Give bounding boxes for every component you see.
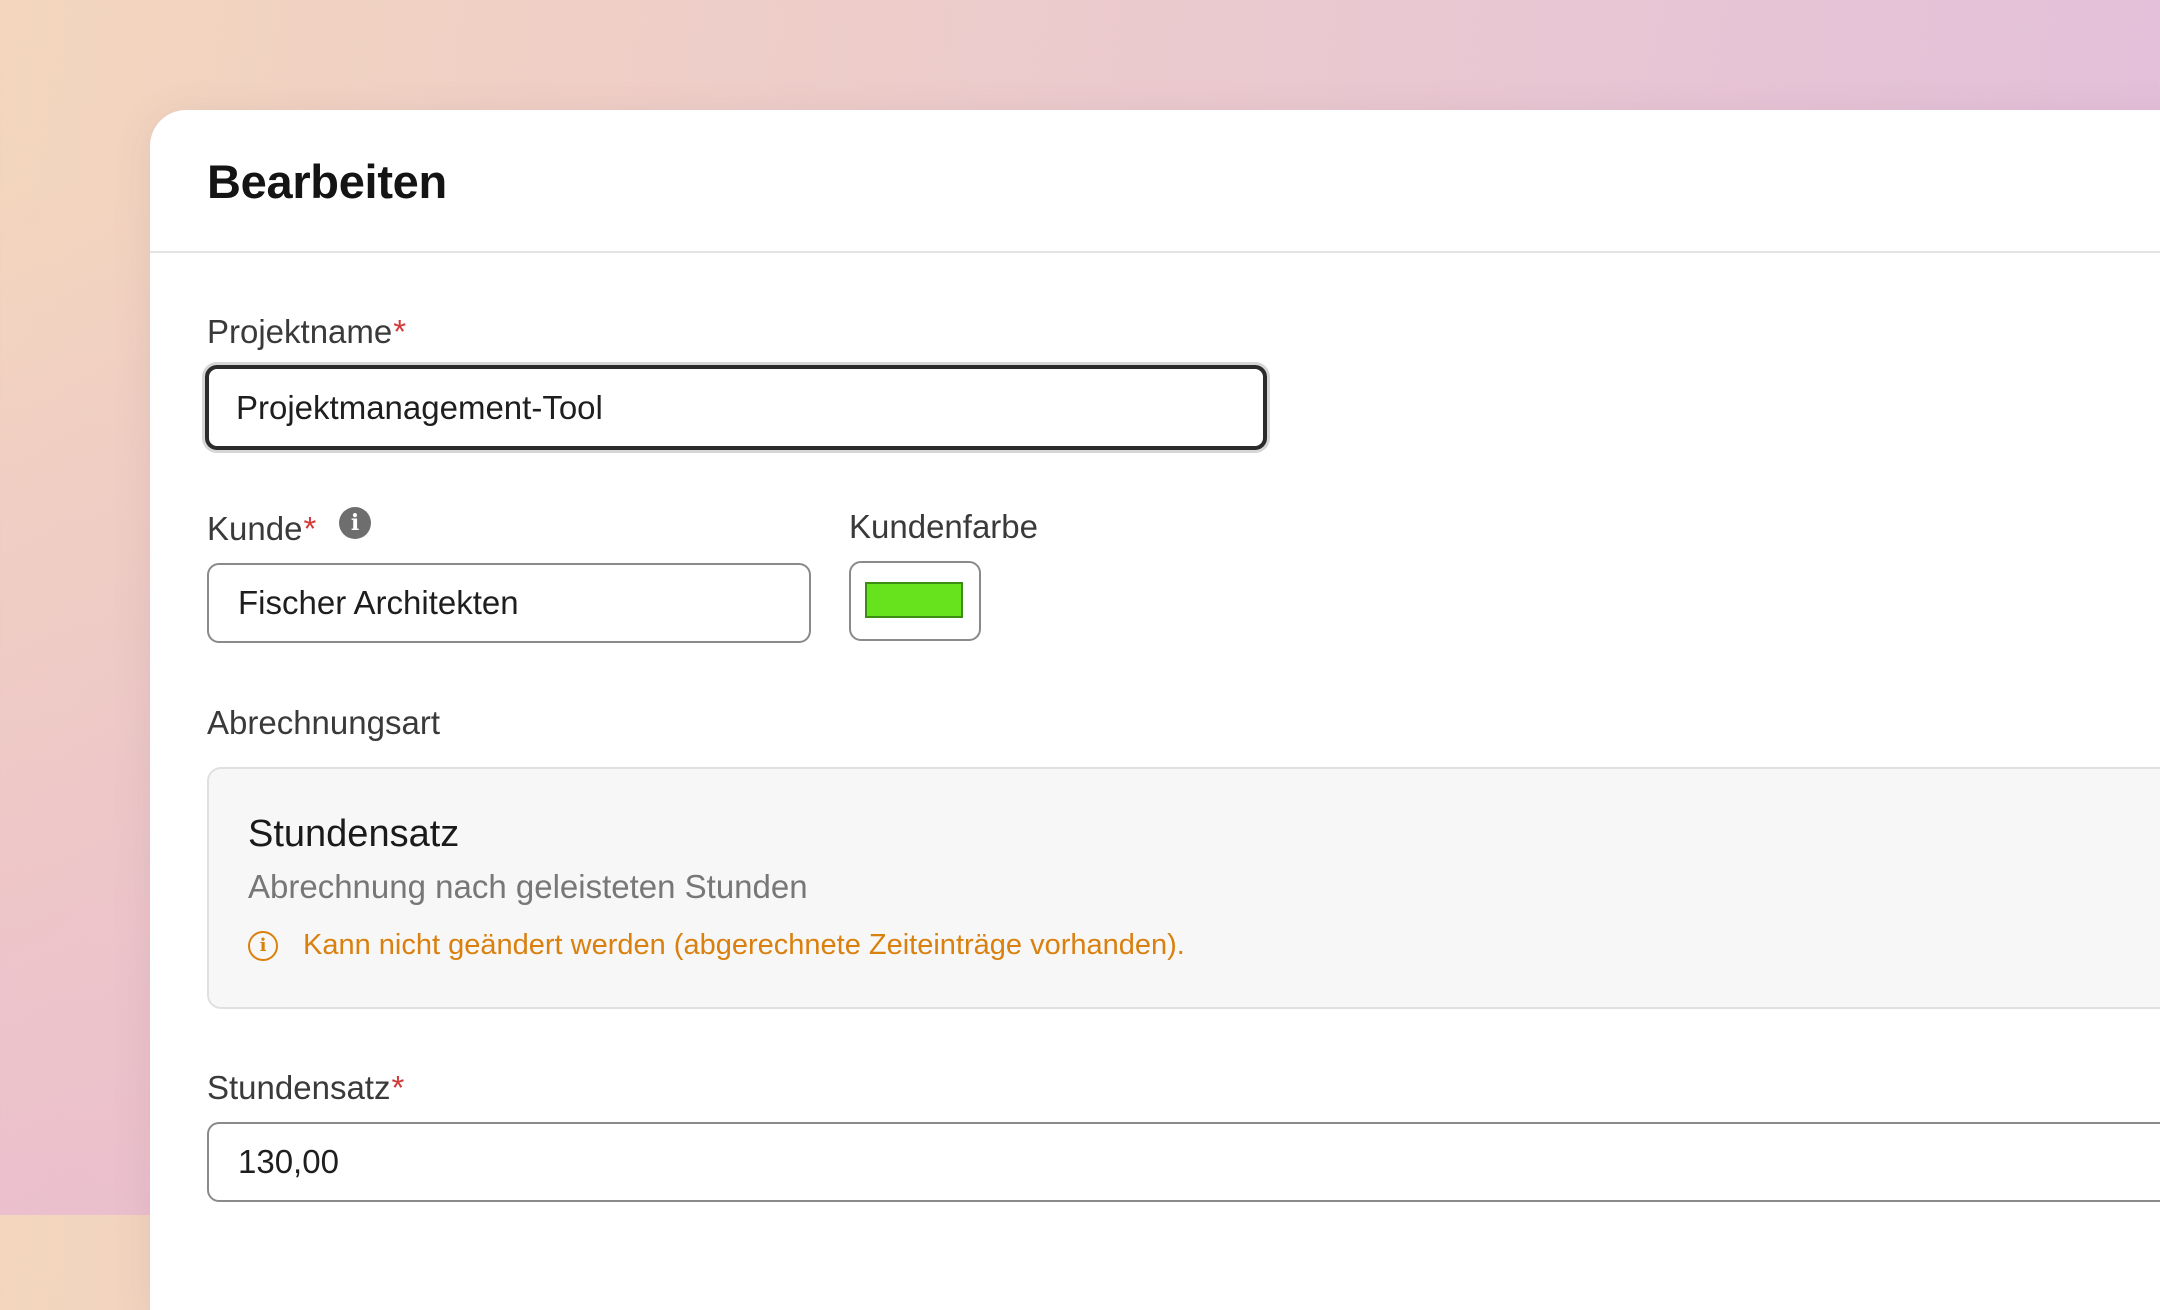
color-swatch xyxy=(865,582,963,618)
required-asterisk: * xyxy=(393,313,407,350)
required-asterisk: * xyxy=(391,1069,405,1106)
hourly-rate-label: Stundensatz* xyxy=(207,1068,404,1108)
customer-input[interactable]: Fischer Architekten xyxy=(207,563,811,643)
edit-dialog: Bearbeiten Projektname* Projektmanagemen… xyxy=(150,110,2160,1310)
info-outline-icon: i xyxy=(248,930,278,961)
dialog-header: Bearbeiten xyxy=(150,110,2160,253)
customer-value: Fischer Architekten xyxy=(238,584,519,621)
project-name-input[interactable]: Projektmanagement-Tool xyxy=(205,365,1267,450)
dialog-title: Bearbeiten xyxy=(207,155,447,208)
billing-warning: i Kann nicht geändert werden (abgerechne… xyxy=(248,929,1185,962)
customer-color-picker[interactable] xyxy=(849,561,981,641)
billing-option-title: Stundensatz xyxy=(248,813,460,855)
project-name-value: Projektmanagement-Tool xyxy=(236,388,603,426)
customer-label-text: Kunde xyxy=(207,510,303,547)
project-name-label-text: Projektname xyxy=(207,313,393,350)
hourly-rate-value: 130,00 xyxy=(238,1143,339,1180)
info-icon[interactable]: i xyxy=(339,507,371,539)
hourly-rate-label-text: Stundensatz xyxy=(207,1069,391,1106)
required-asterisk: * xyxy=(303,510,317,547)
billing-type-option-card: Stundensatz Abrechnung nach geleisteten … xyxy=(207,767,2160,1009)
project-name-label: Projektname* xyxy=(207,312,406,352)
customer-label: Kunde* xyxy=(207,509,316,549)
billing-warning-text: Kann nicht geändert werden (abgerechnete… xyxy=(303,929,1185,961)
hourly-rate-input[interactable]: 130,00 xyxy=(207,1122,2160,1202)
billing-option-description: Abrechnung nach geleisteten Stunden xyxy=(248,868,808,905)
billing-type-label: Abrechnungsart xyxy=(207,704,440,741)
customer-color-label: Kundenfarbe xyxy=(849,508,1038,545)
